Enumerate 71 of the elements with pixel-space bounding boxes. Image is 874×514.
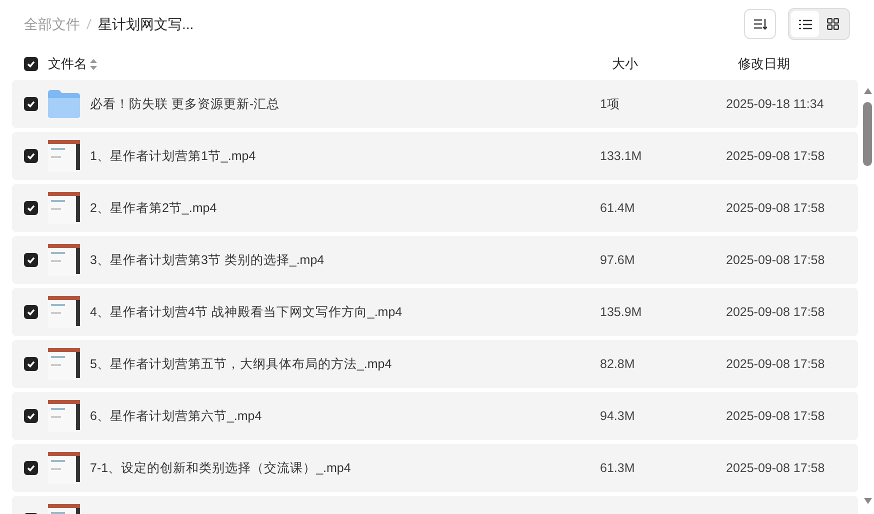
checkbox[interactable] (24, 305, 38, 319)
file-row[interactable]: 1、星作者计划营第1节_.mp4 133.1M 2025-09-08 17:58 (12, 132, 858, 180)
file-size: 97.6M (600, 252, 635, 267)
file-name[interactable]: 3、星作者计划营第3节 类别的选择_.mp4 (90, 250, 324, 270)
video-thumbnail (48, 400, 80, 432)
checkbox[interactable] (24, 409, 38, 423)
scrollbar-thumb[interactable] (863, 102, 872, 166)
checkbox[interactable] (24, 57, 38, 71)
file-size: 82.8M (600, 356, 635, 371)
video-thumbnail (48, 140, 80, 172)
file-name[interactable]: 必看！防失联 更多资源更新-汇总 (90, 94, 280, 114)
modified-date: 2025-09-08 17:58 (726, 408, 825, 425)
check-icon (26, 359, 36, 369)
video-thumbnail (48, 348, 80, 380)
breadcrumb-link[interactable]: 星计划网文写... (98, 14, 194, 34)
modified-date: 2025-09-08 17:58 (726, 460, 825, 477)
column-header[interactable]: 文件名 (48, 54, 87, 74)
file-name[interactable]: 7-1、设定的创新和类别选择（交流课）_.mp4 (90, 458, 351, 478)
file-size: 61.3M (600, 460, 635, 475)
check-icon (26, 151, 36, 161)
video-thumbnail (48, 452, 80, 484)
modified-date: 2025-09-08 17:58 (726, 304, 825, 321)
file-name[interactable]: 4、星作者计划营4节 战神殿看当下网文写作方向_.mp4 (90, 302, 402, 322)
file-name[interactable]: 2、星作者第2节_.mp4 (90, 198, 217, 218)
checkbox[interactable] (24, 97, 38, 111)
sort-icon (752, 18, 766, 30)
grid-icon (827, 18, 839, 30)
checkbox[interactable] (24, 357, 38, 371)
sort-arrows-icon[interactable] (90, 58, 98, 70)
checkbox[interactable] (24, 201, 38, 215)
modified-date: 2025-09-08 17:58 (726, 356, 825, 373)
file-row[interactable]: 2、星作者第2节_.mp4 61.4M 2025-09-08 17:58 (12, 184, 858, 232)
modified-date: 2025-09-18 11:34 (726, 96, 824, 113)
file-name[interactable]: 1、星作者计划营第1节_.mp4 (90, 146, 256, 166)
check-icon (26, 411, 36, 421)
folder-icon (48, 90, 80, 118)
file-name[interactable]: 5、星作者计划营第五节，大纲具体布局的方法_.mp4 (90, 354, 392, 374)
checkbox[interactable] (24, 253, 38, 267)
video-thumbnail (48, 192, 80, 224)
file-size: 61.4M (600, 200, 635, 215)
modified-date: 2025-09-08 17:58 (726, 148, 825, 165)
column-header[interactable]: 修改日期 (738, 56, 790, 72)
scroll-down-icon[interactable] (864, 498, 872, 504)
check-icon (26, 99, 36, 109)
file-row[interactable]: 5、星作者计划营第五节，大纲具体布局的方法_.mp4 82.8M 2025-09-08 17:58 (12, 340, 858, 388)
file-size: 94.3M (600, 408, 635, 423)
file-row[interactable]: 7-1、设定的创新和类别选择（交流课）_.mp4 61.3M 2025-09-08 17:58 (12, 444, 858, 492)
video-thumbnail (48, 244, 80, 276)
check-icon (26, 307, 36, 317)
file-name[interactable]: 6、星作者计划营第六节_.mp4 (90, 406, 262, 426)
list-view-button[interactable] (791, 11, 819, 37)
file-size: 135.9M (600, 304, 642, 319)
list-icon (798, 18, 812, 30)
check-icon (26, 463, 36, 473)
video-thumbnail (48, 296, 80, 328)
modified-date: 2025-09-08 17:58 (726, 200, 825, 217)
file-row[interactable]: 6、星作者计划营第六节_.mp4 94.3M 2025-09-08 17:58 (12, 392, 858, 440)
file-row[interactable]: 3、星作者计划营第3节 类别的选择_.mp4 97.6M 2025-09-08 17:58 (12, 236, 858, 284)
checkbox[interactable] (24, 149, 38, 163)
checkbox[interactable] (24, 461, 38, 475)
file-size: 1项 (600, 96, 620, 111)
file-size: 133.1M (600, 148, 642, 163)
scroll-up-icon[interactable] (864, 88, 872, 94)
modified-date: 2025-09-08 17:58 (726, 252, 825, 269)
check-icon (26, 255, 36, 265)
column-header[interactable]: 大小 (612, 56, 638, 72)
file-row[interactable]: 4、星作者计划营4节 战神殿看当下网文写作方向_.mp4 135.9M 2025-09-08 17:58 (12, 288, 858, 336)
check-icon (26, 203, 36, 213)
file-row[interactable]: 必看！防失联 更多资源更新-汇总 1项 2025-09-18 11:34 (12, 80, 858, 128)
check-icon (26, 59, 36, 69)
sort-button[interactable] (744, 9, 776, 39)
